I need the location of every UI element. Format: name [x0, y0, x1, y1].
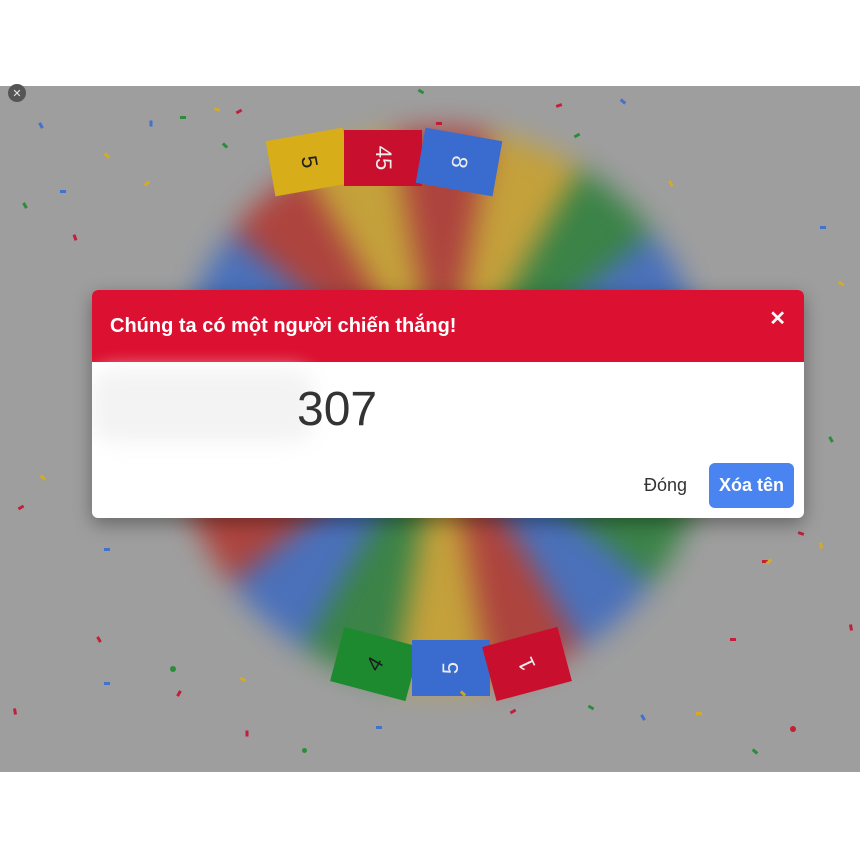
confetti: [13, 708, 17, 715]
confetti: [849, 624, 853, 631]
confetti: [797, 531, 805, 536]
confetti: [790, 726, 796, 732]
confetti: [245, 730, 249, 737]
confetti: [149, 120, 153, 127]
confetti: [302, 748, 307, 753]
confetti: [837, 280, 845, 287]
confetti: [60, 190, 66, 193]
confetti: [436, 122, 442, 125]
wheel-segment: 5: [412, 640, 490, 696]
confetti: [819, 542, 823, 549]
confetti: [696, 712, 702, 715]
confetti: [213, 107, 221, 112]
confetti: [751, 748, 759, 755]
confetti: [587, 704, 595, 711]
confetti: [180, 116, 186, 119]
confetti: [235, 108, 243, 115]
wheel-segment: 45: [344, 130, 422, 186]
confetti: [17, 504, 25, 511]
confetti: [668, 180, 674, 187]
dialog-body: 307: [92, 362, 804, 442]
confetti: [376, 726, 382, 729]
confetti: [104, 682, 110, 685]
confetti: [730, 638, 736, 641]
confetti: [103, 152, 111, 159]
confetti: [555, 103, 563, 108]
segment-label: 5: [438, 661, 463, 675]
confetti: [820, 226, 826, 229]
wheel-bottom-segments: 4 5 1: [330, 626, 580, 702]
confetti: [221, 142, 229, 149]
confetti: [104, 548, 110, 551]
close-button[interactable]: Đóng: [644, 475, 687, 496]
segment-label: 4: [360, 652, 389, 676]
confetti: [38, 122, 44, 129]
winner-name: 307: [297, 383, 378, 436]
confetti: [239, 676, 247, 683]
wheel-top-segments: 5 45 8: [265, 127, 580, 197]
dialog-title: Chúng ta có một người chiến thắng!: [110, 314, 457, 337]
wheel-segment: 1: [482, 626, 572, 702]
dialog-header: Chúng ta có một người chiến thắng! ✕: [92, 290, 804, 362]
confetti: [39, 474, 47, 481]
segment-label: 8: [446, 153, 473, 171]
winner-name-redaction: [92, 370, 314, 442]
confetti: [96, 636, 102, 643]
confetti: [619, 98, 627, 105]
confetti: [640, 714, 646, 721]
segment-label: 1: [512, 653, 541, 676]
confetti: [22, 202, 28, 209]
side-close-icon[interactable]: ✕: [8, 84, 26, 102]
segment-label: 5: [296, 153, 323, 171]
close-icon[interactable]: ✕: [769, 306, 786, 331]
confetti: [143, 180, 151, 187]
confetti: [176, 690, 182, 697]
confetti: [509, 708, 517, 715]
segment-label: 45: [370, 145, 396, 171]
remove-name-button[interactable]: Xóa tên: [708, 463, 794, 508]
confetti: [170, 666, 176, 672]
wheel-segment: 4: [330, 626, 420, 702]
confetti: [417, 88, 425, 95]
dialog-footer: Đóng Xóa tên: [644, 463, 794, 508]
confetti: [72, 234, 78, 241]
confetti: [828, 436, 834, 443]
winner-dialog: Chúng ta có một người chiến thắng! ✕ 307…: [92, 290, 804, 518]
